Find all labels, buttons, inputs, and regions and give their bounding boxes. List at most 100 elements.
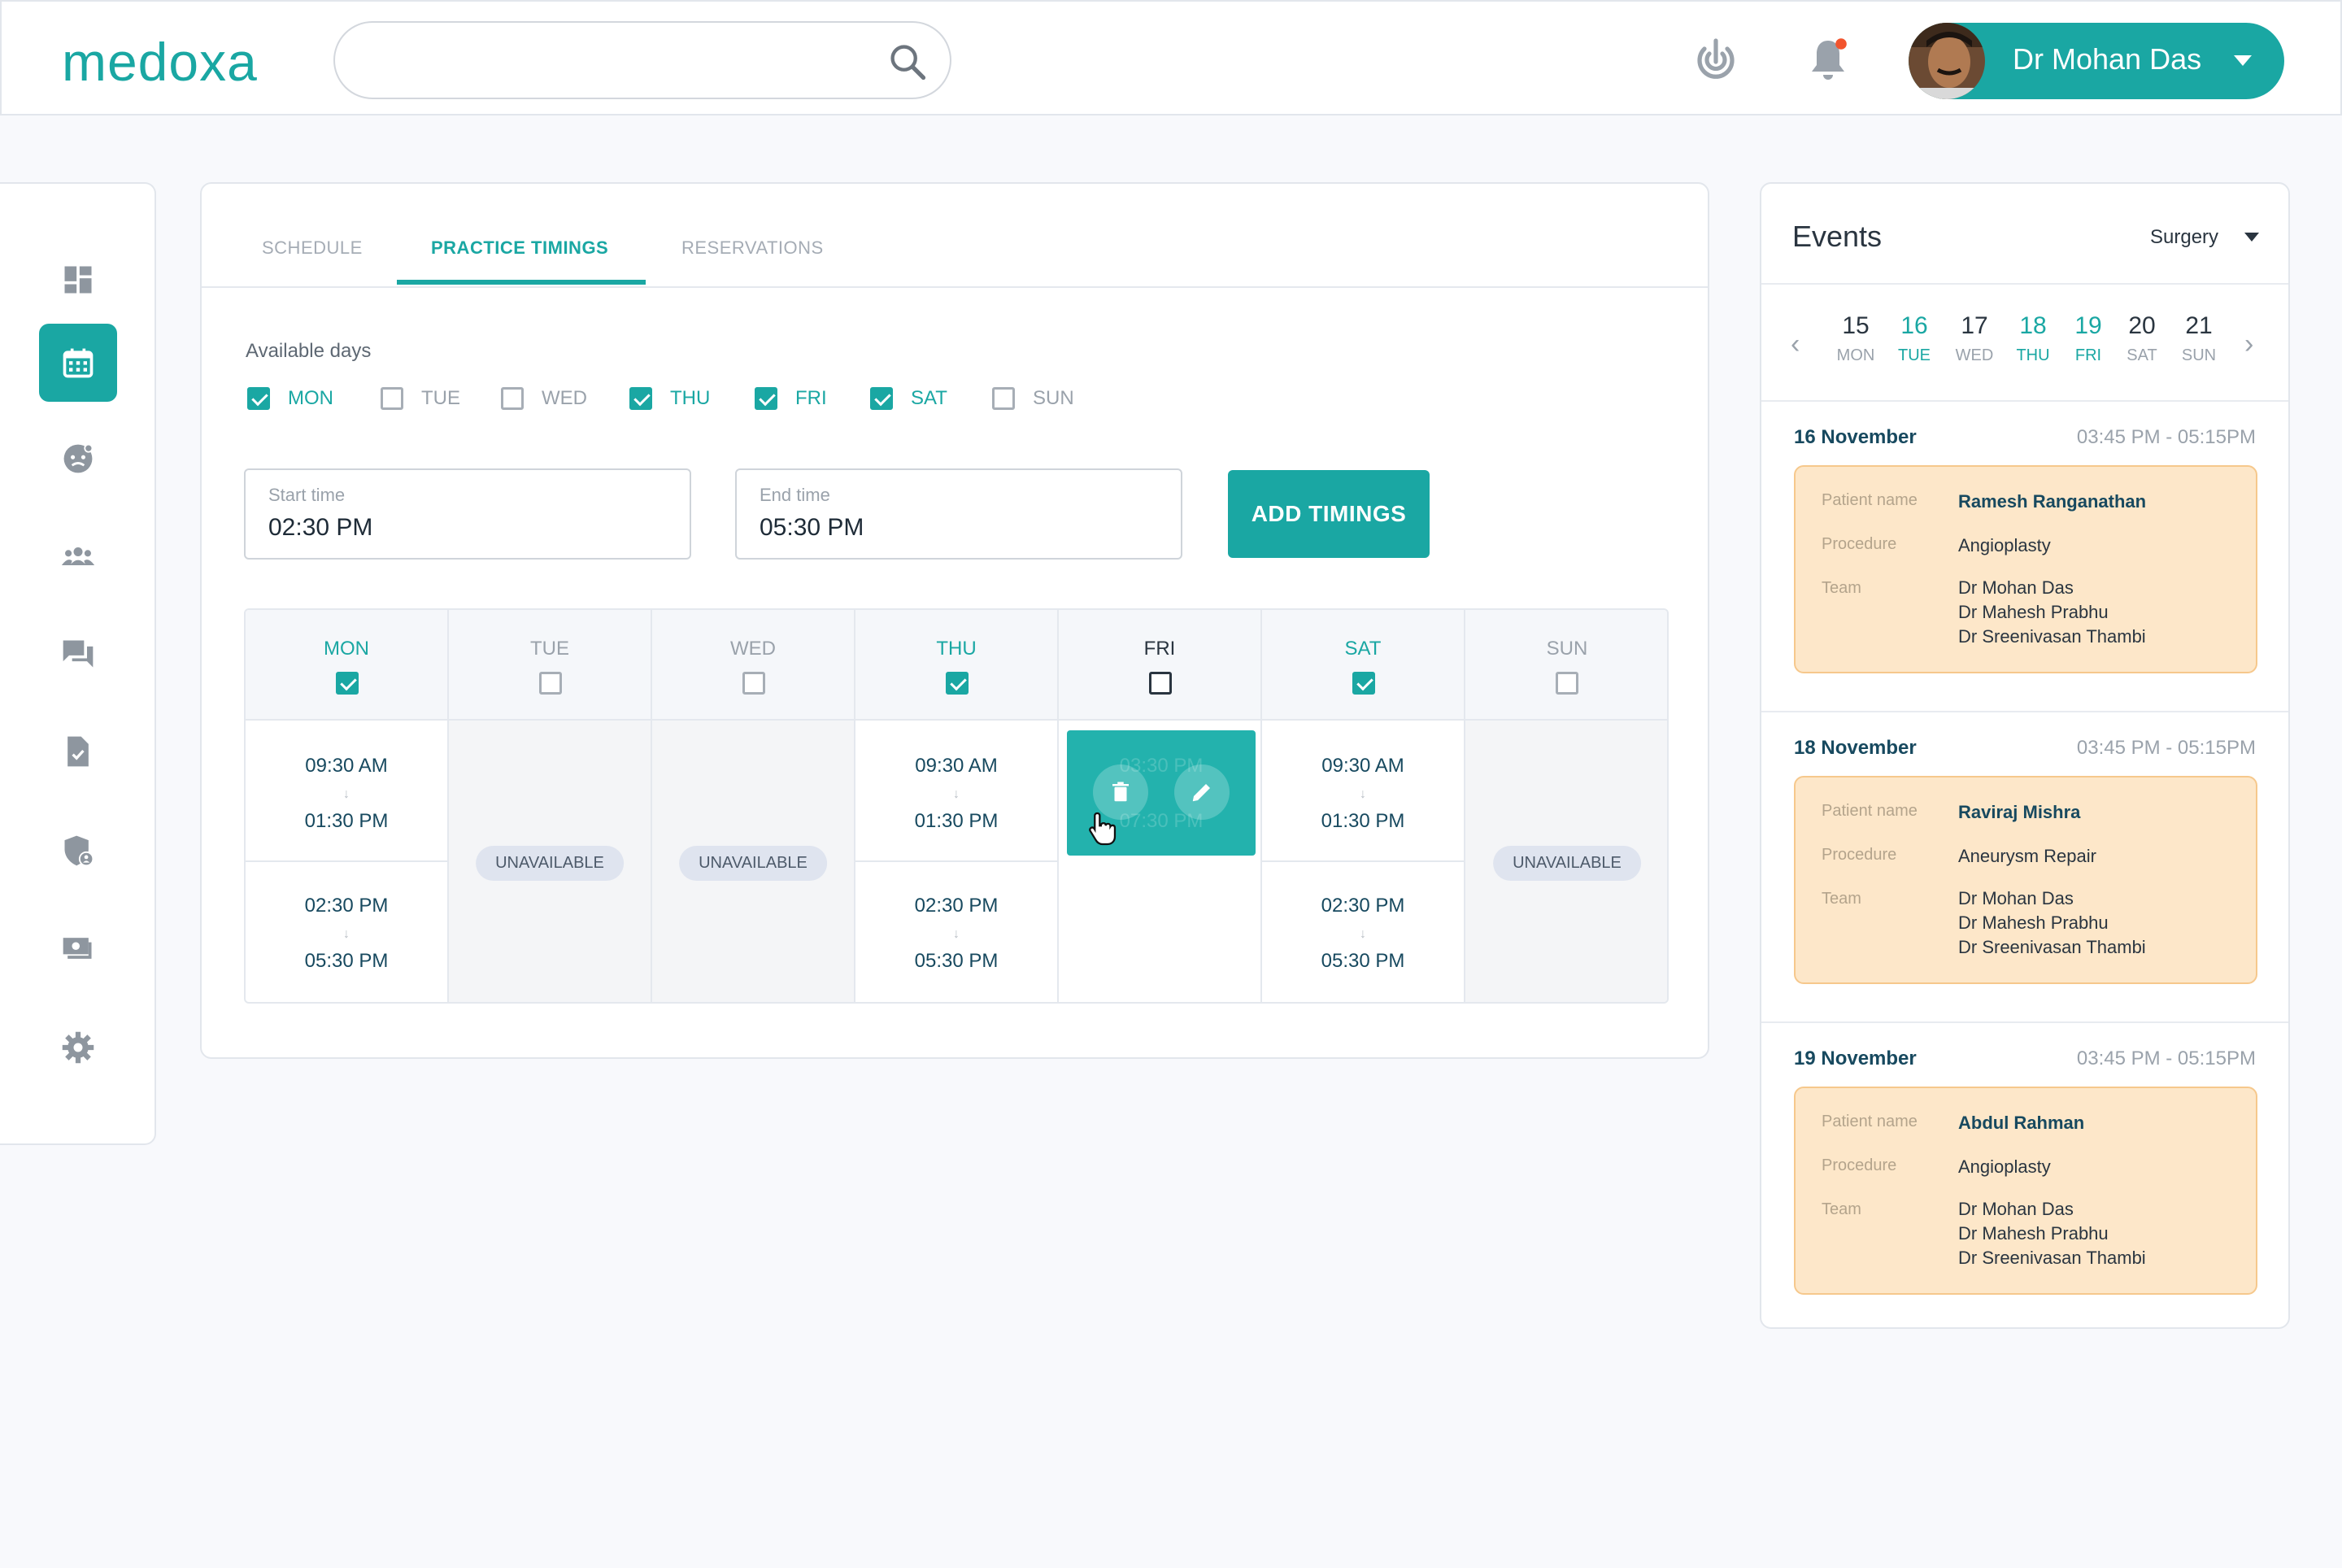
day-weekday: TUE [1898, 346, 1931, 364]
start-time-field[interactable]: Start time 02:30 PM [244, 468, 691, 560]
sidebar-item-reports[interactable] [39, 712, 117, 791]
day-checkbox-fri[interactable]: FRI [755, 382, 827, 415]
column-header: SAT [1262, 610, 1464, 721]
day-checkbox-thu[interactable]: THU [629, 382, 710, 415]
day-weekday: SAT [2127, 346, 2157, 364]
calendar-day[interactable]: 20 SAT [2118, 312, 2166, 365]
chevron-down-icon[interactable] [2244, 233, 2259, 242]
event-card[interactable]: Patient name Ramesh Ranganathan Procedur… [1794, 465, 2257, 673]
tab-reservations[interactable]: RESERVATIONS [681, 237, 824, 259]
checkbox-checked-icon[interactable] [629, 387, 652, 410]
checkbox-checked-icon[interactable] [247, 387, 270, 410]
time-slot[interactable]: 02:30 PM ↓ 05:30 PM [855, 862, 1057, 1002]
events-panel: Events Surgery ‹ 15 MON 16 TUE 17 WED 18 THU… [1760, 182, 2290, 1329]
team-list: Dr Mohan Das Dr Mahesh Prabhu Dr Sreeniv… [1958, 576, 2146, 649]
calendar-day[interactable]: 18 THU [2009, 312, 2057, 365]
search-input[interactable] [364, 39, 868, 81]
event-time: 03:45 PM - 05:15PM [2076, 426, 2256, 448]
team-member: Dr Mahesh Prabhu [1958, 1223, 2109, 1244]
checkbox-unchecked-icon[interactable] [1149, 672, 1172, 695]
tab-bar: SCHEDULE PRACTICE TIMINGS RESERVATIONS [202, 184, 1708, 288]
team-member: Dr Sreenivasan Thambi [1958, 937, 2146, 957]
team-member: Dr Sreenivasan Thambi [1958, 1248, 2146, 1268]
logo[interactable]: medoxa [62, 31, 258, 93]
checkbox-checked-icon[interactable] [755, 387, 777, 410]
day-checkbox-wed[interactable]: WED [501, 382, 587, 415]
search-icon[interactable] [886, 41, 929, 83]
team-member: Dr Sreenivasan Thambi [1958, 626, 2146, 647]
edit-slot-button[interactable] [1174, 764, 1230, 820]
day-checkbox-mon[interactable]: MON [247, 382, 333, 415]
checkbox-unchecked-icon[interactable] [742, 672, 765, 695]
calendar-day[interactable]: 15 MON [1831, 312, 1880, 365]
procedure-label: Procedure [1822, 535, 1897, 553]
column-day-label: FRI [1143, 638, 1176, 660]
time-slot[interactable]: 09:30 AM ↓ 01:30 PM [1262, 722, 1464, 862]
event-card[interactable]: Patient name Raviraj Mishra Procedure An… [1794, 776, 2257, 984]
time-slot[interactable]: 02:30 PM ↓ 05:30 PM [246, 862, 447, 1002]
checkbox-checked-icon[interactable] [870, 387, 893, 410]
tab-schedule[interactable]: SCHEDULE [262, 237, 363, 259]
search-bar[interactable] [333, 21, 951, 99]
slot-end: 05:30 PM [914, 950, 999, 972]
arrow-down-icon: ↓ [1360, 787, 1366, 801]
chat-icon [63, 640, 94, 668]
column-header: SUN [1465, 610, 1667, 721]
event-card[interactable]: Patient name Abdul Rahman Procedure Angi… [1794, 1087, 2257, 1295]
time-slot[interactable]: 02:30 PM ↓ 05:30 PM [1262, 862, 1464, 1002]
column-day-label: MON [324, 638, 369, 660]
events-filter-dropdown[interactable]: Surgery [2150, 226, 2218, 249]
column-day-label: SAT [1344, 638, 1382, 660]
day-checkbox-sun[interactable]: SUN [992, 382, 1074, 415]
activity-icon[interactable] [1690, 34, 1742, 86]
start-time-value[interactable]: 02:30 PM [268, 514, 372, 542]
team-label: Team [1822, 890, 1861, 908]
chevron-right-icon[interactable]: › [2244, 329, 2253, 360]
team-member: Dr Mahesh Prabhu [1958, 912, 2109, 933]
checkbox-unchecked-icon[interactable] [992, 387, 1015, 410]
time-slot[interactable]: 09:30 AM ↓ 01:30 PM [246, 722, 447, 862]
day-weekday: WED [1955, 346, 1994, 364]
calendar-day[interactable]: 19 FRI [2064, 312, 2113, 365]
column-header: FRI [1059, 610, 1260, 721]
events-title: Events [1792, 220, 1883, 253]
grid-column-thu: THU 09:30 AM ↓ 01:30 PM 02:30 PM ↓ 05:30… [855, 610, 1059, 1002]
checkbox-unchecked-icon[interactable] [1556, 672, 1578, 695]
checkbox-checked-icon[interactable] [946, 672, 969, 695]
slot-start: 09:30 AM [1321, 755, 1404, 777]
bell-icon[interactable] [1802, 34, 1854, 86]
sidebar-item-settings[interactable] [39, 1008, 117, 1087]
calendar-day[interactable]: 17 WED [1950, 312, 1999, 365]
checkbox-unchecked-icon[interactable] [539, 672, 562, 695]
checkbox-unchecked-icon[interactable] [501, 387, 524, 410]
end-time-field[interactable]: End time 05:30 PM [735, 468, 1182, 560]
checkbox-checked-icon[interactable] [336, 672, 359, 695]
add-timings-button[interactable]: ADD TIMINGS [1228, 470, 1430, 558]
calendar-day[interactable]: 21 SUN [2174, 312, 2223, 365]
chevron-left-icon[interactable]: ‹ [1791, 329, 1800, 360]
sidebar-item-patients[interactable] [39, 420, 117, 498]
checkbox-unchecked-icon[interactable] [381, 387, 403, 410]
time-slot-hovered[interactable]: 03:30 PM 07:30 PM [1067, 730, 1256, 856]
day-weekday: THU [2016, 346, 2050, 364]
day-checkbox-tue[interactable]: TUE [381, 382, 460, 415]
time-slot[interactable]: 09:30 AM ↓ 01:30 PM [855, 722, 1057, 862]
sidebar-item-calendar[interactable] [39, 324, 117, 402]
sidebar-item-billing[interactable] [39, 909, 117, 987]
sidebar-item-dashboard[interactable] [39, 241, 117, 319]
chevron-down-icon[interactable] [2234, 55, 2252, 66]
day-weekday: FRI [2074, 346, 2102, 364]
end-time-value[interactable]: 05:30 PM [760, 514, 864, 542]
tab-practice-timings[interactable]: PRACTICE TIMINGS [431, 237, 608, 259]
checkbox-checked-icon[interactable] [1352, 672, 1375, 695]
user-menu[interactable]: Dr Mohan Das [1909, 23, 2284, 99]
trash-icon [1112, 782, 1129, 802]
grid-column-wed: WED UNAVAILABLE [652, 610, 855, 1002]
day-checkbox-sat[interactable]: SAT [870, 382, 947, 415]
arrow-down-icon: ↓ [1360, 927, 1366, 941]
event-date: 19 November [1794, 1048, 1917, 1069]
sidebar-item-messages[interactable] [39, 615, 117, 693]
sidebar-item-insurance[interactable] [39, 812, 117, 890]
sidebar-item-team[interactable] [39, 517, 117, 595]
calendar-day[interactable]: 16 TUE [1890, 312, 1939, 365]
